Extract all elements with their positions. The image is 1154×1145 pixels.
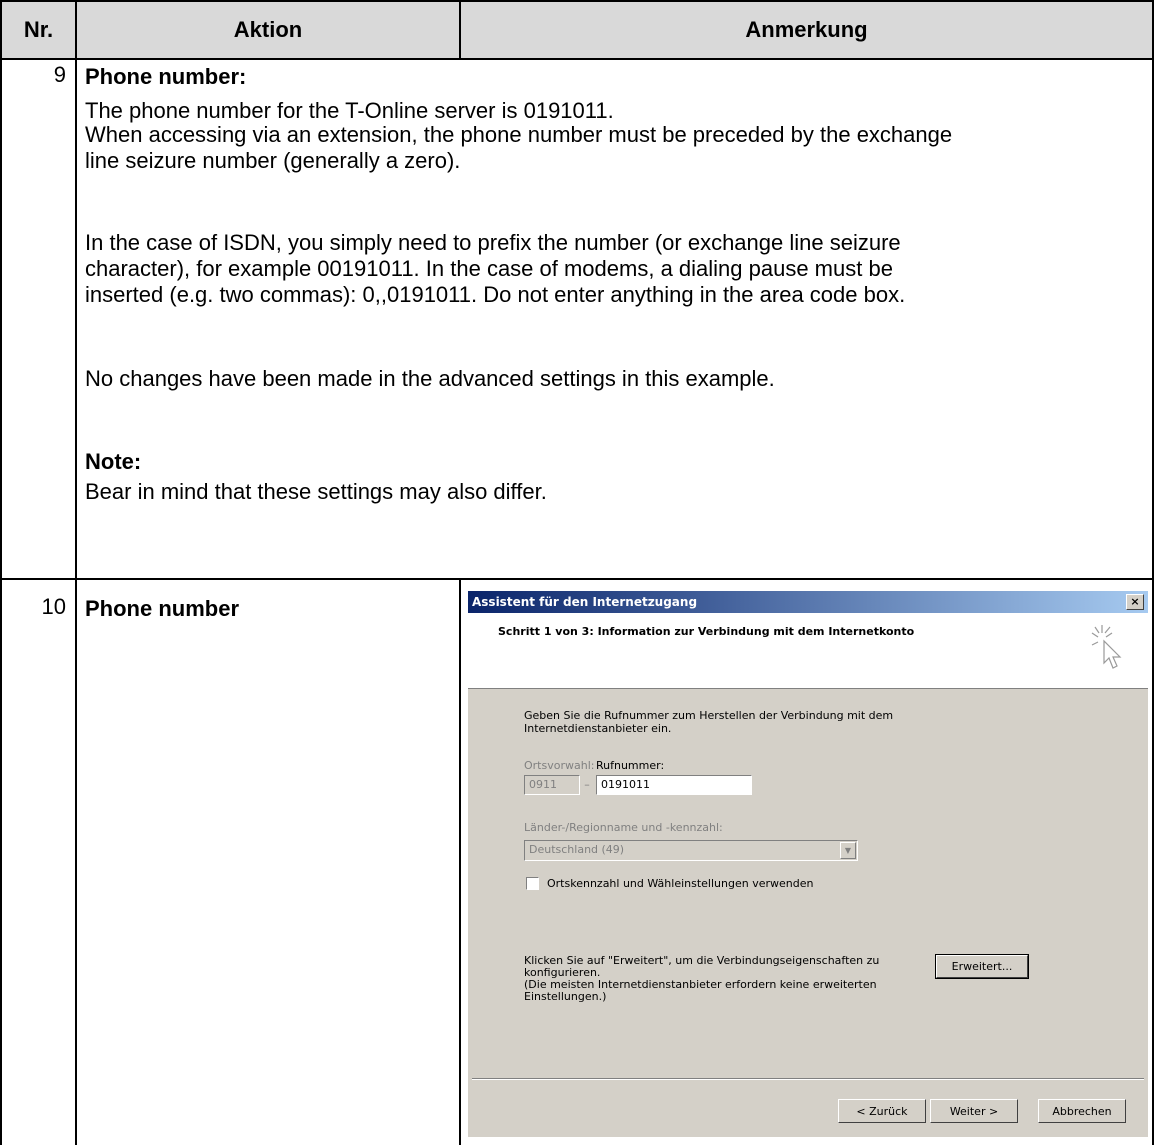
- phone-number-input[interactable]: 0191011: [596, 775, 752, 795]
- row9-note-text: Bear in mind that these settings may als…: [85, 479, 547, 504]
- dash-separator: –: [584, 778, 590, 791]
- internet-wizard-dialog: Assistent für den Internetzugang × Schri…: [468, 591, 1148, 1137]
- row9-paragraph-2a: When accessing via an extension, the pho…: [85, 122, 953, 147]
- header-nr: Nr.: [23, 17, 54, 42]
- area-code-label: Ortsvorwahl:: [524, 759, 595, 772]
- phone-label: Rufnummer:: [596, 759, 665, 772]
- dialog-titlebar: Assistent für den Internetzugang ×: [468, 591, 1148, 613]
- row9-note-heading: Note:: [85, 449, 142, 474]
- dialog-title: Assistent für den Internetzugang: [472, 595, 698, 609]
- row-number-10: 10: [41, 594, 66, 619]
- cancel-button[interactable]: Abbrechen: [1038, 1099, 1126, 1123]
- back-button[interactable]: < Zurück: [838, 1099, 926, 1123]
- advanced-button[interactable]: Erweitert...: [935, 954, 1029, 979]
- wizard-step-title: Schritt 1 von 3: Information zur Verbind…: [498, 625, 915, 638]
- chevron-down-icon[interactable]: ▼: [840, 842, 856, 859]
- header-anmerkung: Anmerkung: [745, 17, 868, 42]
- country-select[interactable]: Deutschland (49) ▼: [524, 840, 858, 861]
- wizard-header-panel: Schritt 1 von 3: Information zur Verbind…: [468, 613, 1148, 689]
- advanced-description: Klicken Sie auf "Erweitert", um die Verb…: [524, 955, 879, 1003]
- column-divider-nr: [75, 0, 77, 1145]
- row9-heading: Phone number:: [85, 64, 247, 89]
- advanced-line-4: Einstellungen.): [524, 990, 607, 1003]
- wizard-cursor-icon: [1091, 625, 1122, 669]
- row-divider: [0, 578, 1154, 580]
- table-border-left: [0, 0, 2, 1145]
- row9-paragraph-3b: character), for example 00191011. In the…: [85, 256, 893, 281]
- row9-paragraph-2b: line seizure number (generally a zero).: [85, 148, 461, 173]
- next-button[interactable]: Weiter >: [930, 1099, 1018, 1123]
- country-select-value: Deutschland (49): [529, 843, 625, 856]
- row10-heading: Phone number: [85, 596, 240, 621]
- column-divider-aktion-row10: [459, 578, 461, 1145]
- intro-line-2: Internetdienstanbieter ein.: [524, 722, 672, 735]
- intro-text: Geben Sie die Rufnummer zum Herstellen d…: [524, 709, 893, 735]
- close-icon[interactable]: ×: [1126, 594, 1144, 610]
- row9-paragraph-4: No changes have been made in the advance…: [85, 366, 775, 391]
- header-aktion: Aktion: [233, 17, 303, 42]
- row9-paragraph-3a: In the case of ISDN, you simply need to …: [85, 230, 901, 255]
- use-area-code-checkbox[interactable]: [526, 877, 539, 890]
- country-label: Länder-/Regionname und -kennzahl:: [524, 821, 723, 834]
- use-area-code-label: Ortskennzahl und Wähleinstellungen verwe…: [547, 877, 814, 890]
- footer-separator: [472, 1078, 1144, 1080]
- row9-paragraph-3c: inserted (e.g. two commas): 0,,0191011. …: [85, 282, 906, 307]
- area-code-field: 0911: [524, 775, 580, 795]
- intro-line-1: Geben Sie die Rufnummer zum Herstellen d…: [524, 709, 894, 722]
- row-number-9: 9: [53, 62, 66, 87]
